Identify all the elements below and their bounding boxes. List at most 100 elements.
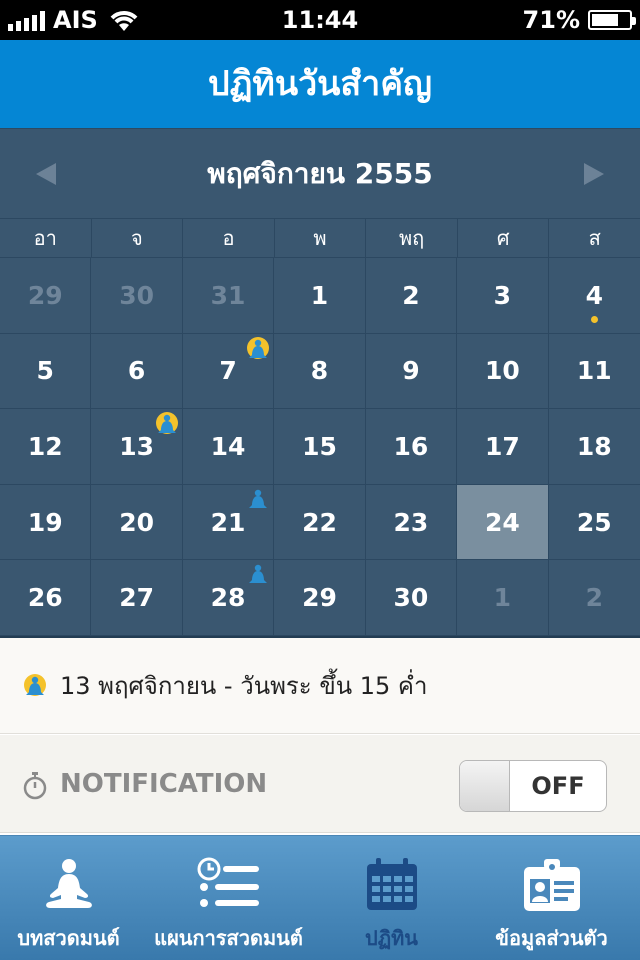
calendar-day[interactable]: 2 <box>365 258 458 334</box>
day-number: 29 <box>302 583 337 613</box>
calendar-day[interactable]: 25 <box>548 485 640 561</box>
calendar-day[interactable]: 2 <box>548 560 640 636</box>
toggle-state: OFF <box>531 772 585 800</box>
calendar-day[interactable]: 30 <box>91 258 183 334</box>
calendar-day[interactable]: 6 <box>91 333 183 410</box>
day-number: 22 <box>302 507 337 537</box>
day-number: 8 <box>310 356 329 386</box>
tab-label: ปฏิทิน <box>365 926 418 950</box>
calendar-day[interactable]: 4 <box>548 258 640 334</box>
day-number: 2 <box>402 280 420 310</box>
calendar-day[interactable]: 20 <box>91 484 183 561</box>
day-number: 19 <box>27 507 63 537</box>
tab-prayers[interactable]: บทสวดมนต์ <box>0 836 137 960</box>
calendar-day[interactable]: 29 <box>0 258 92 334</box>
event-dot-icon <box>591 315 599 323</box>
calendar-day[interactable]: 3 <box>457 258 549 334</box>
monk-halo-icon <box>245 336 271 362</box>
calendar-day[interactable]: 11 <box>548 334 640 410</box>
day-number: 30 <box>393 583 429 613</box>
calendar-icon <box>357 856 427 914</box>
day-number: 18 <box>576 431 612 461</box>
calendar-day[interactable]: 31 <box>182 258 275 334</box>
calendar-day[interactable]: 19 <box>0 484 92 561</box>
weekday-label: ศ <box>458 219 550 257</box>
weekday-header: อาจอพพฤศ ส <box>0 218 640 258</box>
weekday-label: พฤ <box>366 219 458 257</box>
monk-crescent-icon <box>245 487 271 513</box>
monk-halo-icon <box>154 411 180 437</box>
day-number: 1 <box>310 280 329 310</box>
tab-label: ข้อมูลส่วนตัว <box>495 926 608 950</box>
app-header: ปฏิทินวันสำคัญ <box>0 40 640 128</box>
calendar-day[interactable]: 12 <box>0 409 92 485</box>
day-number: 17 <box>484 431 520 461</box>
calendar-day[interactable]: 18 <box>548 409 640 485</box>
day-number: 3 <box>493 280 512 310</box>
schedule-list-icon <box>194 856 264 914</box>
tab-profile[interactable]: ข้อมูลส่วนตัว <box>463 836 640 960</box>
calendar-day[interactable]: 22 <box>274 484 366 561</box>
calendar-day[interactable]: 29 <box>274 560 366 636</box>
calendar-grid: 29 30 31 1 2 3 4 5 6 7 8 9 10 11 12 13 14 15 16 17 18 19 20 21 2… <box>0 258 640 636</box>
calendar-day[interactable]: 1 <box>274 258 366 334</box>
monk-crescent-icon <box>245 562 271 588</box>
day-number: 6 <box>127 356 146 386</box>
battery-icon <box>588 10 636 30</box>
calendar-day[interactable]: 7 <box>182 333 275 410</box>
calendar-day[interactable]: 21 <box>182 484 275 561</box>
weekday-label: อ <box>183 219 275 257</box>
calendar-day-selected[interactable]: 24 <box>457 484 549 561</box>
calendar-day[interactable]: 8 <box>274 333 366 410</box>
day-number: 26 <box>27 583 63 613</box>
day-number: 9 <box>402 356 420 386</box>
day-number: 16 <box>393 431 429 461</box>
day-number: 14 <box>210 431 246 461</box>
notification-label: NOTIFICATION <box>60 769 268 799</box>
battery-percent: 71% <box>522 6 580 34</box>
day-number: 12 <box>27 431 63 461</box>
calendar-day[interactable]: 28 <box>182 560 275 636</box>
day-number: 21 <box>210 507 246 537</box>
next-month-icon[interactable] <box>584 163 604 185</box>
calendar-day[interactable]: 13 <box>91 409 183 485</box>
calendar-day[interactable]: 5 <box>0 333 92 410</box>
day-number: 23 <box>393 507 429 537</box>
day-number: 7 <box>219 356 237 386</box>
weekday-label: พ <box>275 219 367 257</box>
day-number: 1 <box>493 583 512 613</box>
tab-prayer-plan[interactable]: แผนการสวดมนต์ <box>137 836 320 960</box>
calendar-day[interactable]: 1 <box>457 560 549 636</box>
tab-label: บทสวดมนต์ <box>17 926 120 950</box>
notification-toggle[interactable]: OFF <box>459 760 607 812</box>
meditation-icon <box>34 856 104 914</box>
weekday-label: จ <box>92 219 184 257</box>
weekday-label: ส <box>588 226 601 250</box>
day-number: 10 <box>484 356 520 386</box>
calendar-day[interactable]: 10 <box>457 333 549 410</box>
day-number: 27 <box>119 583 155 613</box>
day-number: 24 <box>484 507 520 537</box>
calendar-day[interactable]: 23 <box>365 484 458 561</box>
toggle-knob[interactable] <box>460 761 510 811</box>
page-title: ปฏิทินวันสำคัญ <box>208 64 432 104</box>
day-number: 20 <box>119 507 155 537</box>
tab-calendar[interactable]: ปฏิทิน <box>320 836 463 960</box>
tab-label: แผนการสวดมนต์ <box>154 926 303 950</box>
event-info: 13 พฤศจิกายน - วันพระ ขึ้น 15 ค่ำ <box>0 638 640 734</box>
calendar-day[interactable]: 16 <box>365 409 458 485</box>
stopwatch-icon <box>23 772 47 800</box>
calendar-day[interactable]: 26 <box>0 560 92 636</box>
calendar-day[interactable]: 27 <box>91 560 183 636</box>
calendar-day[interactable]: 17 <box>457 409 549 485</box>
monk-halo-icon <box>24 673 46 696</box>
calendar-day[interactable]: 30 <box>365 560 458 636</box>
calendar-day[interactable]: 14 <box>182 409 275 485</box>
status-right: 71% <box>522 0 636 40</box>
weekday-label: อา <box>0 219 92 257</box>
id-card-icon <box>517 856 587 914</box>
calendar-day[interactable]: 15 <box>274 409 366 485</box>
tab-bar: บทสวดมนต์ แผนการสวดมนต์ ปฏิทิน ข้อมูลส่ว… <box>0 835 640 960</box>
day-number: 13 <box>119 431 155 461</box>
calendar-day[interactable]: 9 <box>365 333 458 410</box>
